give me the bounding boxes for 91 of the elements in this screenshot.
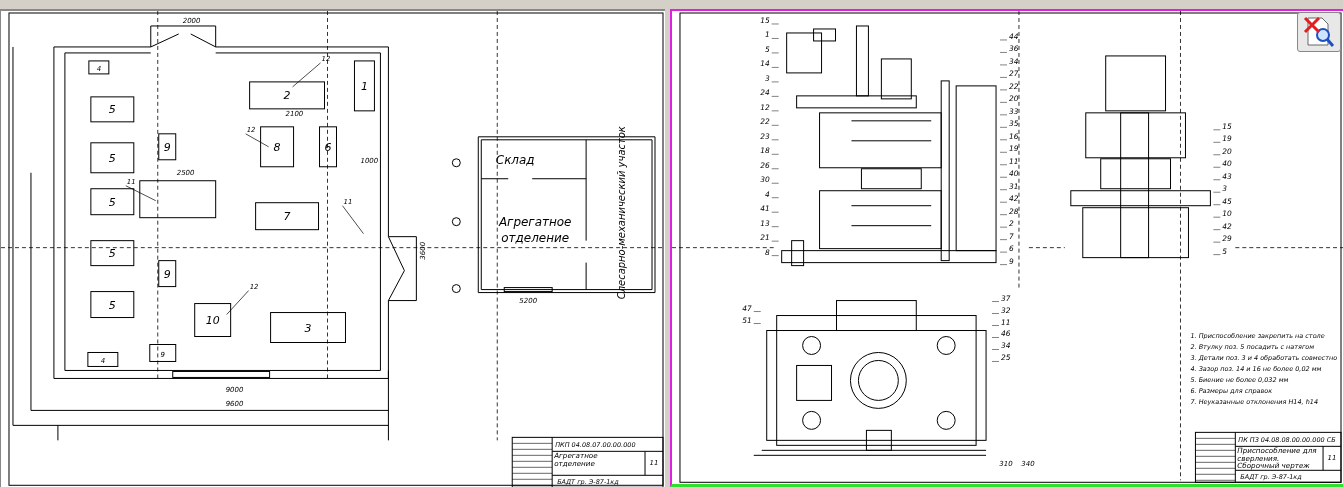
leader-line (771, 66, 779, 68)
leader-line (991, 360, 1000, 362)
leader-line (1213, 241, 1221, 243)
equipment-outline (353, 60, 375, 112)
equipment-number: 5 (108, 103, 116, 117)
equipment-outline (90, 96, 135, 123)
leader-line (999, 239, 1008, 240)
leader-line (1213, 254, 1221, 255)
leader-line (991, 336, 1000, 338)
equipment-number: 5 (108, 246, 116, 260)
leader-line (1213, 141, 1221, 143)
leader-line (771, 182, 779, 184)
leader-line (999, 189, 1008, 190)
equipment-outline (90, 142, 135, 173)
room-label: Склад (495, 152, 535, 167)
leader-line (771, 240, 779, 242)
room-label: Слесарно-механический участок (616, 125, 628, 299)
equipment-number: 6 (324, 140, 332, 154)
leader-line (753, 323, 761, 324)
leader-line (226, 289, 249, 315)
leader-line (999, 126, 1008, 128)
leader-line (999, 64, 1008, 65)
leader-line (1213, 154, 1221, 155)
equipment-outline (90, 290, 135, 318)
equipment-outline (194, 302, 232, 337)
document-magnifier-icon (1302, 14, 1336, 49)
leader-line (292, 62, 321, 87)
leader-line (1213, 166, 1221, 168)
leader-line (991, 325, 1000, 326)
leader-line (999, 264, 1008, 265)
leader-line (999, 201, 1008, 203)
leader-line (999, 151, 1008, 153)
leader-line (771, 211, 779, 213)
leader-line (771, 168, 779, 169)
equipment-number: 1 (360, 79, 368, 93)
leader-line (771, 153, 779, 155)
leader-line (999, 176, 1008, 178)
equipment-number: 9 (163, 140, 171, 154)
leader-line (999, 89, 1008, 90)
equipment-outline (255, 201, 319, 230)
equipment-outline (88, 60, 110, 75)
room-label: Агрегатное отделение (498, 214, 572, 245)
leader-line (1213, 191, 1221, 193)
preview-toggle-button[interactable] (1297, 11, 1341, 52)
leader-line (771, 226, 779, 227)
equipment-number: 5 (108, 195, 116, 209)
leader-line (991, 313, 1000, 314)
leader-line (999, 226, 1008, 228)
leader-line (1213, 229, 1221, 230)
leader-line (771, 110, 779, 111)
axis-marker (451, 158, 461, 167)
equipment-outline (87, 351, 119, 367)
leader-line (771, 37, 779, 39)
axis-marker (451, 283, 461, 293)
equipment-number: 9 (163, 267, 171, 281)
leader-line (999, 101, 1008, 103)
leader-line (991, 301, 1000, 302)
leader-line (1213, 204, 1221, 205)
leader-line (771, 23, 779, 24)
equipment-number: 8 (273, 140, 281, 154)
leader-line (771, 197, 779, 198)
leader-line (771, 124, 779, 126)
leader-line (771, 52, 779, 53)
equipment-number: 5 (108, 298, 116, 312)
leader-line (1213, 179, 1221, 180)
leader-line (999, 76, 1008, 78)
leader-line (991, 348, 1000, 350)
equipment-number: 10 (205, 313, 220, 327)
leader-line (1213, 129, 1221, 130)
leader-line (999, 164, 1008, 165)
equipment-outline (260, 126, 295, 167)
leader-line (771, 95, 779, 97)
leader-line (999, 251, 1008, 253)
leader-line (771, 255, 779, 256)
leader-line (999, 214, 1008, 215)
axis-marker (451, 216, 461, 226)
leader-line (771, 81, 779, 82)
leader-line (999, 39, 1008, 40)
leader-line (245, 133, 269, 147)
leader-line (999, 51, 1008, 53)
equipment-number: 5 (108, 151, 116, 165)
leader-line (1213, 216, 1221, 218)
equipment-number: 3 (304, 321, 312, 335)
equipment-number: 2 (283, 89, 291, 103)
equipment-number: 7 (283, 209, 291, 223)
leader-line (999, 139, 1008, 140)
leader-line (753, 311, 761, 312)
leader-line (342, 205, 364, 234)
leader-line (771, 139, 779, 140)
leader-line (999, 114, 1008, 115)
equipment-outline (90, 187, 135, 215)
